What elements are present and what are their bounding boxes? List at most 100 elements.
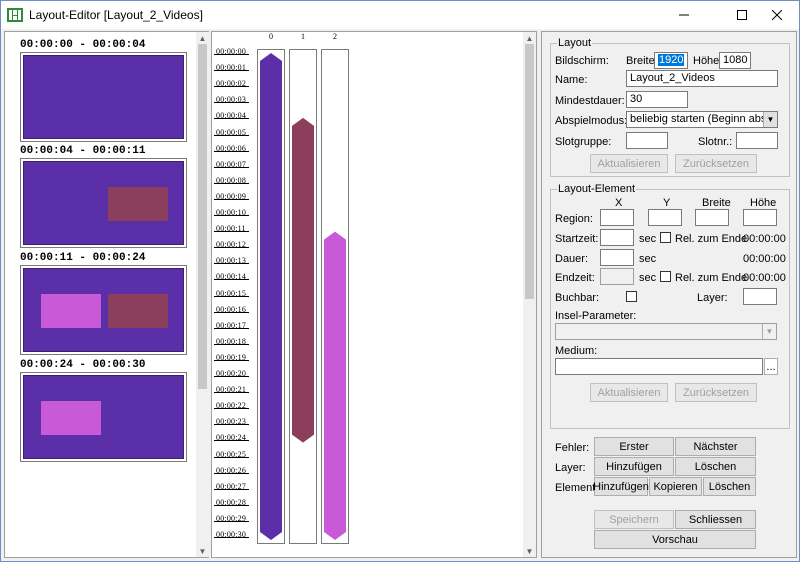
chevron-down-icon[interactable]: ▼ [196,545,209,557]
time-tick: 00:00:00 [213,47,250,56]
time-tick: 00:00:07 [213,159,250,169]
region-hoehe-input[interactable] [743,209,777,226]
time-tick: 00:00:03 [213,95,250,105]
element-zuruecksetzen-button[interactable]: Zurücksetzen [675,383,757,402]
slot-preview-2[interactable] [20,158,187,248]
preview-scrollbar[interactable]: ▲ ▼ [196,32,209,557]
timeline-scrollbar[interactable]: ▲ ▼ [523,32,536,557]
chevron-down-icon[interactable]: ▼ [762,324,776,339]
insel-parameter-label: Insel-Parameter: [555,310,637,322]
endzeit-input[interactable] [600,268,634,285]
layout-zuruecksetzen-button[interactable]: Zurücksetzen [675,154,757,173]
endzeit-label: Endzeit: [555,272,595,284]
startzeit-label: Startzeit: [555,233,599,245]
layer-input[interactable] [743,288,777,305]
col-x-label: X [615,197,623,209]
minimize-button[interactable] [661,1,707,29]
vorschau-button[interactable]: Vorschau [594,530,756,549]
slot-canvas [23,268,184,352]
time-tick: 00:00:04 [213,111,250,121]
properties-panel: Layout Bildschirm: Breite: 1920 Höhe: 10… [541,31,797,558]
endzeit-rel-checkbox[interactable] [660,271,671,282]
slotgruppe-label: Slotgruppe: [555,136,612,148]
region-video-3 [41,401,101,435]
hoehe-input[interactable]: 1080 [719,52,751,69]
region-breite-input[interactable] [695,209,729,226]
insel-parameter-select[interactable]: ▼ [555,323,777,340]
buchbar-label: Buchbar: [555,292,600,304]
buchbar-checkbox[interactable] [626,291,637,302]
endzeit-time: 00:00:00 [743,272,786,284]
time-tick: 00:00:16 [213,304,250,314]
preview-pane[interactable]: 00:00:00 - 00:00:04 00:00:04 - 00:00:11 … [4,31,209,558]
slot-preview-1[interactable] [20,52,187,142]
breite-input[interactable]: 1920 [654,52,688,69]
chevron-up-icon[interactable]: ▲ [523,32,536,44]
fehler-erster-button[interactable]: Erster [594,437,674,456]
chevron-down-icon[interactable]: ▼ [763,112,777,127]
speichern-button[interactable]: Speichern [594,510,674,529]
region-video-3 [41,294,101,328]
layout-element-group-title: Layout-Element [557,183,637,195]
slot-preview-4[interactable] [20,372,187,462]
slot-label-3: 00:00:11 - 00:00:24 [20,252,146,264]
slotnr-label: Slotnr.: [698,136,733,148]
timeline-bar-lane-0[interactable] [260,53,282,540]
timeline-bar-lane-2[interactable] [324,232,346,540]
element-aktualisieren-button[interactable]: Aktualisieren [590,383,668,402]
time-tick: 00:00:26 [213,465,250,475]
region-y-input[interactable] [648,209,682,226]
layer-hinzufuegen-button[interactable]: Hinzufügen [594,457,674,476]
time-tick: 00:00:25 [213,449,250,459]
app-icon [7,8,23,22]
element-hinzufuegen-button[interactable]: Hinzufügen [593,477,649,496]
time-tick: 00:00:10 [213,208,250,217]
slotnr-input[interactable] [736,132,778,149]
lane-header-2: 2 [333,32,337,41]
region-label: Region: [555,213,593,225]
lane-header-0: 0 [269,32,273,41]
timeline-bar-lane-1[interactable] [292,118,314,443]
abspielmodus-select[interactable]: beliebig starten (Beginn abschneiden) ▼ [626,111,778,128]
element-loeschen-button[interactable]: Löschen [703,477,756,496]
startzeit-input[interactable] [600,229,634,246]
time-tick: 00:00:11 [214,224,249,234]
startzeit-rel-label: Rel. zum Ende [675,233,748,245]
time-tick: 00:00:09 [213,191,250,201]
layer-loeschen-button[interactable]: Löschen [675,457,756,476]
layout-aktualisieren-button[interactable]: Aktualisieren [590,154,668,173]
kopieren-button[interactable]: Kopieren [649,477,702,496]
time-tick: 00:00:01 [213,63,250,73]
fehler-naechster-button[interactable]: Nächster [675,437,756,456]
timeline-pane[interactable]: 00:00:00 00:00:01 00:00:02 00:00:03 00:00:04… [211,31,537,558]
dauer-input[interactable] [600,249,634,266]
time-tick: 00:00:14 [213,272,250,282]
hoehe-label: Höhe: [693,55,723,67]
mindestdauer-label: Mindestdauer: [555,95,625,107]
time-tick: 00:00:08 [213,175,250,185]
dauer-label: Dauer: [555,253,589,265]
time-tick: 00:00:17 [213,320,250,330]
slotgruppe-input[interactable] [626,132,668,149]
title-bar: Layout-Editor [Layout_2_Videos] [1,1,799,29]
time-tick: 00:00:29 [213,513,250,523]
chevron-up-icon[interactable]: ▲ [196,32,209,44]
chevron-down-icon[interactable]: ▼ [523,545,536,557]
dauer-time: 00:00:00 [743,253,786,265]
slot-preview-3[interactable] [20,265,187,355]
region-x-input[interactable] [600,209,634,226]
schliessen-button[interactable]: Schliessen [675,510,756,529]
startzeit-rel-checkbox[interactable] [660,232,671,243]
mindestdauer-input[interactable]: 30 [626,91,688,108]
time-tick: 00:00:02 [213,79,250,89]
scrollbar-thumb[interactable] [198,44,207,389]
medium-browse-button[interactable]: ... [764,358,778,375]
close-button[interactable] [754,1,800,29]
startzeit-sec-label: sec [639,233,657,245]
medium-input[interactable] [555,358,763,375]
layer-label: Layer: [697,292,728,304]
scrollbar-thumb[interactable] [525,44,534,299]
name-input[interactable]: Layout_2_Videos [626,70,778,87]
minimize-icon [679,14,689,16]
slot-canvas [23,375,184,459]
